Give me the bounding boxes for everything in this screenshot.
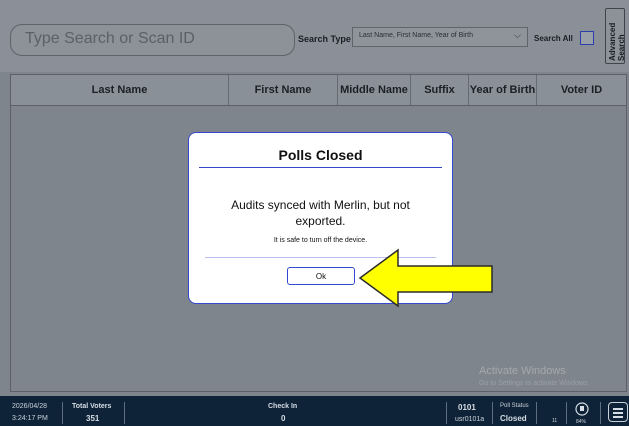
dialog-title: Polls Closed [278, 147, 363, 163]
column-header-middle-name[interactable]: Middle Name [338, 75, 411, 105]
status-date: 2026/04/28 [12, 403, 48, 410]
total-voters-value: 351 [86, 414, 100, 423]
ok-button[interactable]: Ok [287, 267, 355, 285]
column-header-last-name[interactable]: Last Name [11, 75, 229, 105]
dialog-title-divider [199, 167, 442, 168]
battery-value: 84% [576, 419, 587, 425]
search-all-checkbox[interactable] [580, 31, 594, 45]
dialog-message: Audits synced with Merlin, but not expor… [231, 198, 410, 228]
status-divider [124, 402, 125, 424]
poll-status-value: Closed [500, 414, 527, 423]
chevron-down-icon: ⌵ [514, 30, 521, 40]
poll-status-label: Poll Status [500, 403, 529, 409]
search-all-label: Search All [534, 34, 573, 43]
status-time: 3:24:17 PM [12, 415, 48, 422]
column-header-voter-id[interactable]: Voter ID [537, 75, 626, 105]
search-type-label: Search Type [298, 34, 351, 44]
activate-windows-title: Activate Windows [479, 365, 566, 377]
column-header-suffix[interactable]: Suffix [411, 75, 469, 105]
user-id: usr0101a [455, 416, 485, 423]
table-header: Last Name First Name Middle Name Suffix … [11, 75, 626, 106]
status-divider [446, 402, 447, 424]
precinct-id: 0101 [458, 403, 476, 412]
status-divider [566, 402, 567, 424]
status-divider [600, 402, 601, 424]
search-type-value: Last Name, First Name, Year of Birth [359, 32, 473, 39]
check-in-label: Check In [268, 403, 298, 410]
column-header-year-of-birth[interactable]: Year of Birth [469, 75, 537, 105]
total-voters-label: Total Voters [72, 403, 112, 410]
count-value: 11 [552, 418, 558, 424]
status-divider [536, 402, 537, 424]
hamburger-menu-icon[interactable] [608, 402, 628, 422]
battery-icon [575, 402, 589, 416]
search-type-select[interactable]: Last Name, First Name, Year of Birth ⌵ [352, 27, 528, 47]
advanced-search-label: Advanced Search [608, 22, 625, 61]
check-in-value: 0 [281, 414, 286, 423]
dialog-submessage: It is safe to turn off the device. [273, 237, 368, 244]
column-header-first-name[interactable]: First Name [229, 75, 338, 105]
status-divider [492, 402, 493, 424]
search-toolbar: Type Search or Scan ID Search Type Last … [0, 0, 629, 72]
arrow-left-callout-icon [358, 248, 493, 308]
search-input[interactable]: Type Search or Scan ID [10, 24, 295, 56]
activate-windows-subtitle: Go to Settings to activate Windows. [479, 380, 590, 387]
app-window: Type Search or Scan ID Search Type Last … [0, 0, 629, 426]
search-input-placeholder: Type Search or Scan ID [25, 30, 195, 47]
status-divider [62, 402, 63, 424]
advanced-search-button[interactable]: Advanced Search [605, 8, 625, 64]
